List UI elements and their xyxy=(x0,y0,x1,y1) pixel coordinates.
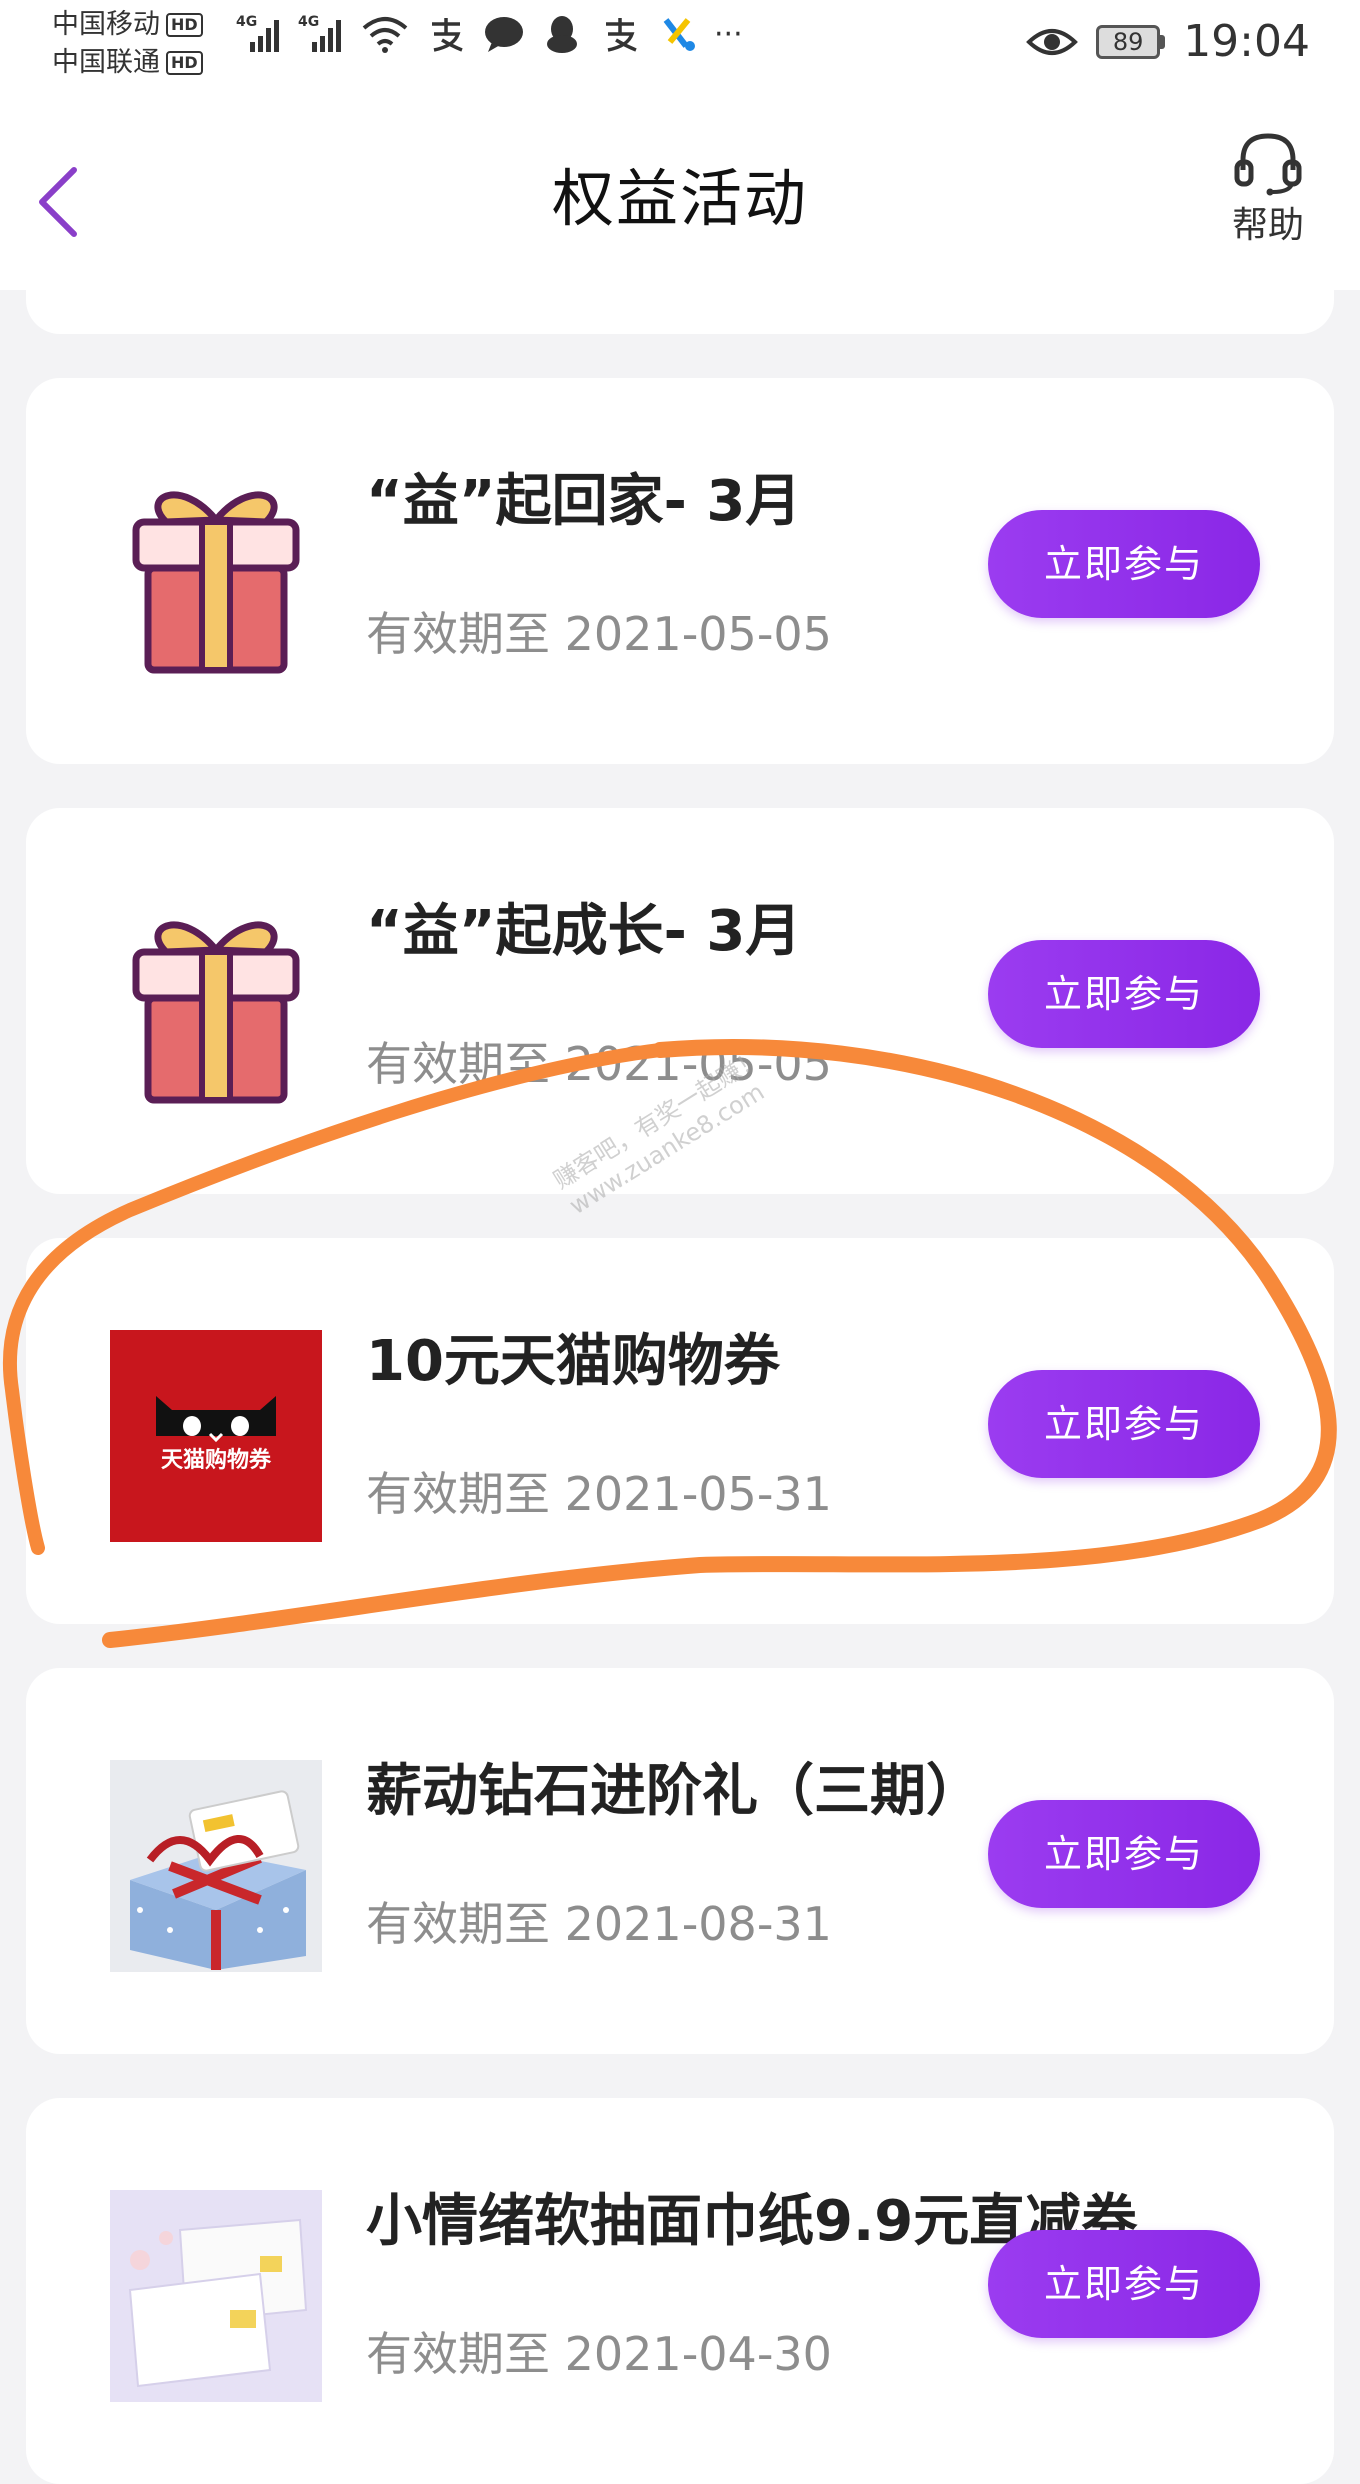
activity-card: “益”起回家- 3月 有效期至 2021-05-05 立即参与 xyxy=(26,378,1334,764)
activity-card: 小情绪软抽面巾纸9.9元直减券 有效期至 2021-04-30 立即参与 xyxy=(26,2098,1334,2484)
signal-icon-2: 4G xyxy=(298,14,341,52)
activity-expiry: 有效期至 2021-05-05 xyxy=(366,607,832,661)
eye-comfort-icon xyxy=(1026,28,1079,55)
activity-title: “益”起回家- 3月 xyxy=(366,469,802,534)
join-button[interactable]: 立即参与 xyxy=(988,1800,1260,1908)
join-button[interactable]: 立即参与 xyxy=(988,940,1260,1048)
status-bar: 中国移动 HD 中国联通 HD 4G 4G ··· 89 19:04 xyxy=(0,0,1360,90)
orange-highlight-annotation xyxy=(2,1039,1337,1648)
wifi-icon xyxy=(362,17,408,53)
svg-text:4G: 4G xyxy=(236,14,257,30)
gift-box-icon xyxy=(110,900,322,1112)
status-right: 89 19:04 xyxy=(1026,16,1310,67)
tmall-coupon-label: 天猫购物券 xyxy=(160,1448,271,1473)
status-icons: 4G 4G ··· xyxy=(236,12,743,56)
carrier-info: 中国移动 HD 中国联通 HD xyxy=(52,6,203,82)
message-icon xyxy=(485,17,523,52)
hd-badge-2: HD xyxy=(166,51,203,75)
activity-title: 10元天猫购物券 xyxy=(366,1329,780,1394)
tissue-photo-thumbnail xyxy=(110,2190,322,2402)
page-title: 权益活动 xyxy=(551,162,808,235)
battery-level: 89 xyxy=(1096,24,1161,59)
nav-header: 权益活动 帮助 xyxy=(0,90,1360,290)
hd-badge-1: HD xyxy=(166,13,203,37)
gift-photo-thumbnail xyxy=(110,1760,322,1972)
more-notifications-icon: ··· xyxy=(714,16,743,52)
activity-expiry: 有效期至 2021-08-31 xyxy=(366,1897,832,1951)
alipay-icon xyxy=(432,18,463,52)
activity-card: 天猫购物券 10元天猫购物券 有效期至 2021-05-31 立即参与 xyxy=(26,1238,1334,1624)
tmall-coupon-thumbnail: 天猫购物券 xyxy=(110,1330,322,1542)
alipay-icon-2 xyxy=(606,18,637,52)
carrier-name-2: 中国联通 xyxy=(52,47,160,78)
help-label: 帮助 xyxy=(1231,205,1304,246)
join-button[interactable]: 立即参与 xyxy=(988,510,1260,618)
signal-icon-1: 4G xyxy=(236,14,279,52)
gift-box-icon xyxy=(110,470,322,682)
tmall-cat-icon xyxy=(156,1396,276,1443)
activity-card: 薪动钻石进阶礼（三期） 有效期至 2021-08-31 立即参与 xyxy=(26,1668,1334,2054)
carrier-name-1: 中国移动 xyxy=(52,9,160,40)
help-button[interactable]: 帮助 xyxy=(1218,130,1318,248)
activity-expiry: 有效期至 2021-04-30 xyxy=(366,2327,832,2381)
battery-icon: 89 xyxy=(1096,24,1166,59)
join-button[interactable]: 立即参与 xyxy=(988,2230,1260,2338)
headset-icon xyxy=(1234,133,1302,196)
qq-icon xyxy=(547,16,577,53)
activity-expiry: 有效期至 2021-05-31 xyxy=(366,1467,832,1521)
svg-text:4G: 4G xyxy=(298,14,319,30)
app-notification-icon xyxy=(663,18,695,51)
card-partial xyxy=(26,290,1334,334)
activity-title: 薪动钻石进阶礼（三期） xyxy=(366,1759,982,1824)
join-button[interactable]: 立即参与 xyxy=(988,1370,1260,1478)
activity-title: “益”起成长- 3月 xyxy=(366,899,802,964)
clock: 19:04 xyxy=(1183,16,1310,67)
